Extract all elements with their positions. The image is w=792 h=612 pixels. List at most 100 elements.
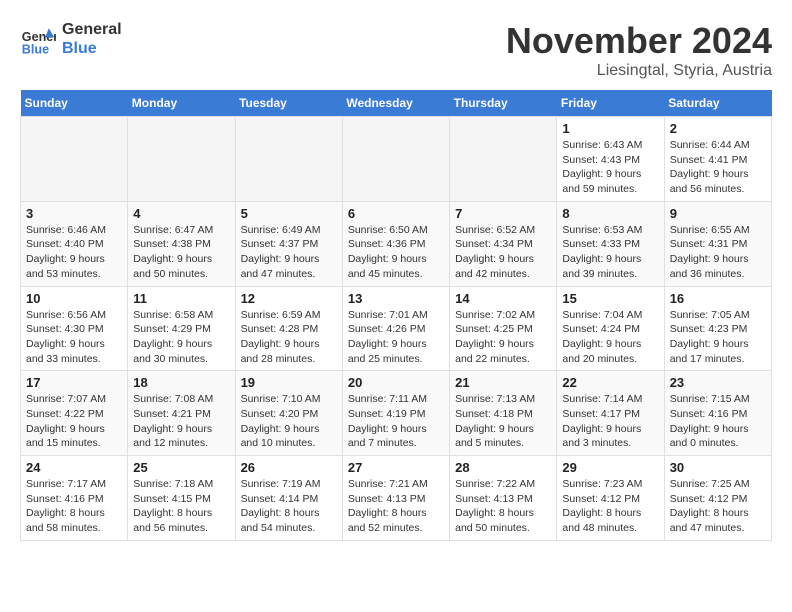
day-number: 19 bbox=[241, 375, 337, 390]
day-info: Sunrise: 7:25 AM Sunset: 4:12 PM Dayligh… bbox=[670, 477, 766, 536]
weekday-header-thursday: Thursday bbox=[450, 90, 557, 117]
day-info: Sunrise: 7:21 AM Sunset: 4:13 PM Dayligh… bbox=[348, 477, 444, 536]
calendar-cell: 21Sunrise: 7:13 AM Sunset: 4:18 PM Dayli… bbox=[450, 371, 557, 456]
day-info: Sunrise: 6:52 AM Sunset: 4:34 PM Dayligh… bbox=[455, 223, 551, 282]
calendar-week-1: 1 Sunrise: 6:43 AM Sunset: 4:43 PM Daylig… bbox=[21, 117, 772, 202]
day-info: Sunrise: 6:55 AM Sunset: 4:31 PM Dayligh… bbox=[670, 223, 766, 282]
day-info: Sunrise: 6:58 AM Sunset: 4:29 PM Dayligh… bbox=[133, 308, 229, 367]
day-number: 29 bbox=[562, 460, 658, 475]
day-number: 1 bbox=[562, 121, 658, 136]
day-number: 27 bbox=[348, 460, 444, 475]
title-area: November 2024 Liesingtal, Styria, Austri… bbox=[506, 20, 772, 80]
calendar-cell: 26Sunrise: 7:19 AM Sunset: 4:14 PM Dayli… bbox=[235, 456, 342, 541]
day-number: 22 bbox=[562, 375, 658, 390]
calendar-cell: 13 Sunrise: 7:01 AM Sunset: 4:26 PM Dayli… bbox=[342, 286, 449, 371]
weekday-header-sunday: Sunday bbox=[21, 90, 128, 117]
weekday-header-wednesday: Wednesday bbox=[342, 90, 449, 117]
day-number: 25 bbox=[133, 460, 229, 475]
day-info: Sunrise: 6:56 AM Sunset: 4:30 PM Dayligh… bbox=[26, 308, 122, 367]
calendar-cell: 2Sunrise: 6:44 AM Sunset: 4:41 PM Daylig… bbox=[664, 117, 771, 202]
day-number: 28 bbox=[455, 460, 551, 475]
day-info: Sunrise: 6:59 AM Sunset: 4:28 PM Dayligh… bbox=[241, 308, 337, 367]
day-number: 13 bbox=[348, 291, 444, 306]
calendar-cell: 18 Sunrise: 7:08 AM Sunset: 4:21 PM Dayli… bbox=[128, 371, 235, 456]
calendar-cell: 29 Sunrise: 7:23 AM Sunset: 4:12 PM Dayli… bbox=[557, 456, 664, 541]
day-info: Sunrise: 6:43 AM Sunset: 4:43 PM Dayligh… bbox=[562, 138, 658, 197]
day-number: 12 bbox=[241, 291, 337, 306]
day-info: Sunrise: 7:05 AM Sunset: 4:23 PM Dayligh… bbox=[670, 308, 766, 367]
calendar-cell: 11 Sunrise: 6:58 AM Sunset: 4:29 PM Dayli… bbox=[128, 286, 235, 371]
day-number: 11 bbox=[133, 291, 229, 306]
calendar-cell: 7 Sunrise: 6:52 AM Sunset: 4:34 PM Daylig… bbox=[450, 201, 557, 286]
day-number: 24 bbox=[26, 460, 122, 475]
logo-blue: Blue bbox=[62, 39, 122, 58]
day-info: Sunrise: 7:15 AM Sunset: 4:16 PM Dayligh… bbox=[670, 392, 766, 451]
location-subtitle: Liesingtal, Styria, Austria bbox=[506, 62, 772, 80]
day-info: Sunrise: 7:10 AM Sunset: 4:20 PM Dayligh… bbox=[241, 392, 337, 451]
day-number: 2 bbox=[670, 121, 766, 136]
calendar-cell bbox=[235, 117, 342, 202]
day-number: 20 bbox=[348, 375, 444, 390]
weekday-header-saturday: Saturday bbox=[664, 90, 771, 117]
day-number: 6 bbox=[348, 206, 444, 221]
calendar-cell: 8Sunrise: 6:53 AM Sunset: 4:33 PM Daylig… bbox=[557, 201, 664, 286]
calendar-cell: 23Sunrise: 7:15 AM Sunset: 4:16 PM Dayli… bbox=[664, 371, 771, 456]
calendar-cell: 12 Sunrise: 6:59 AM Sunset: 4:28 PM Dayli… bbox=[235, 286, 342, 371]
calendar-cell: 1 Sunrise: 6:43 AM Sunset: 4:43 PM Daylig… bbox=[557, 117, 664, 202]
day-info: Sunrise: 7:23 AM Sunset: 4:12 PM Dayligh… bbox=[562, 477, 658, 536]
calendar-cell: 5 Sunrise: 6:49 AM Sunset: 4:37 PM Daylig… bbox=[235, 201, 342, 286]
calendar-cell: 10 Sunrise: 6:56 AM Sunset: 4:30 PM Dayli… bbox=[21, 286, 128, 371]
day-info: Sunrise: 7:22 AM Sunset: 4:13 PM Dayligh… bbox=[455, 477, 551, 536]
day-info: Sunrise: 6:49 AM Sunset: 4:37 PM Dayligh… bbox=[241, 223, 337, 282]
weekday-header-monday: Monday bbox=[128, 90, 235, 117]
calendar-table: SundayMondayTuesdayWednesdayThursdayFrid… bbox=[20, 90, 772, 541]
day-number: 30 bbox=[670, 460, 766, 475]
calendar-cell: 24Sunrise: 7:17 AM Sunset: 4:16 PM Dayli… bbox=[21, 456, 128, 541]
day-info: Sunrise: 6:46 AM Sunset: 4:40 PM Dayligh… bbox=[26, 223, 122, 282]
calendar-cell: 14 Sunrise: 7:02 AM Sunset: 4:25 PM Dayli… bbox=[450, 286, 557, 371]
day-number: 9 bbox=[670, 206, 766, 221]
day-info: Sunrise: 7:18 AM Sunset: 4:15 PM Dayligh… bbox=[133, 477, 229, 536]
month-title: November 2024 bbox=[506, 20, 772, 62]
day-info: Sunrise: 7:13 AM Sunset: 4:18 PM Dayligh… bbox=[455, 392, 551, 451]
day-info: Sunrise: 7:11 AM Sunset: 4:19 PM Dayligh… bbox=[348, 392, 444, 451]
day-number: 26 bbox=[241, 460, 337, 475]
calendar-body: 1 Sunrise: 6:43 AM Sunset: 4:43 PM Daylig… bbox=[21, 117, 772, 541]
logo-icon: General Blue bbox=[20, 21, 56, 57]
day-number: 18 bbox=[133, 375, 229, 390]
calendar-cell: 28 Sunrise: 7:22 AM Sunset: 4:13 PM Dayli… bbox=[450, 456, 557, 541]
logo: General Blue General Blue bbox=[20, 20, 122, 58]
calendar-cell: 19 Sunrise: 7:10 AM Sunset: 4:20 PM Dayli… bbox=[235, 371, 342, 456]
day-info: Sunrise: 7:02 AM Sunset: 4:25 PM Dayligh… bbox=[455, 308, 551, 367]
calendar-cell: 16 Sunrise: 7:05 AM Sunset: 4:23 PM Dayli… bbox=[664, 286, 771, 371]
day-number: 16 bbox=[670, 291, 766, 306]
day-number: 15 bbox=[562, 291, 658, 306]
weekday-header-friday: Friday bbox=[557, 90, 664, 117]
header-area: General Blue General Blue November 2024 … bbox=[20, 20, 772, 80]
calendar-cell: 6Sunrise: 6:50 AM Sunset: 4:36 PM Daylig… bbox=[342, 201, 449, 286]
calendar-cell bbox=[450, 117, 557, 202]
calendar-week-3: 10 Sunrise: 6:56 AM Sunset: 4:30 PM Dayli… bbox=[21, 286, 772, 371]
day-number: 10 bbox=[26, 291, 122, 306]
day-number: 7 bbox=[455, 206, 551, 221]
day-number: 3 bbox=[26, 206, 122, 221]
calendar-week-2: 3 Sunrise: 6:46 AM Sunset: 4:40 PM Daylig… bbox=[21, 201, 772, 286]
day-info: Sunrise: 7:01 AM Sunset: 4:26 PM Dayligh… bbox=[348, 308, 444, 367]
day-number: 14 bbox=[455, 291, 551, 306]
calendar-cell: 25 Sunrise: 7:18 AM Sunset: 4:15 PM Dayli… bbox=[128, 456, 235, 541]
day-info: Sunrise: 7:14 AM Sunset: 4:17 PM Dayligh… bbox=[562, 392, 658, 451]
calendar-cell bbox=[21, 117, 128, 202]
calendar-week-4: 17Sunrise: 7:07 AM Sunset: 4:22 PM Dayli… bbox=[21, 371, 772, 456]
day-info: Sunrise: 6:53 AM Sunset: 4:33 PM Dayligh… bbox=[562, 223, 658, 282]
day-info: Sunrise: 7:08 AM Sunset: 4:21 PM Dayligh… bbox=[133, 392, 229, 451]
calendar-cell: 20 Sunrise: 7:11 AM Sunset: 4:19 PM Dayli… bbox=[342, 371, 449, 456]
calendar-cell: 4Sunrise: 6:47 AM Sunset: 4:38 PM Daylig… bbox=[128, 201, 235, 286]
day-number: 5 bbox=[241, 206, 337, 221]
calendar-cell: 15Sunrise: 7:04 AM Sunset: 4:24 PM Dayli… bbox=[557, 286, 664, 371]
calendar-cell: 30 Sunrise: 7:25 AM Sunset: 4:12 PM Dayli… bbox=[664, 456, 771, 541]
calendar-cell: 9 Sunrise: 6:55 AM Sunset: 4:31 PM Daylig… bbox=[664, 201, 771, 286]
weekday-header-row: SundayMondayTuesdayWednesdayThursdayFrid… bbox=[21, 90, 772, 117]
calendar-cell bbox=[128, 117, 235, 202]
day-number: 4 bbox=[133, 206, 229, 221]
logo-general: General bbox=[62, 20, 122, 39]
